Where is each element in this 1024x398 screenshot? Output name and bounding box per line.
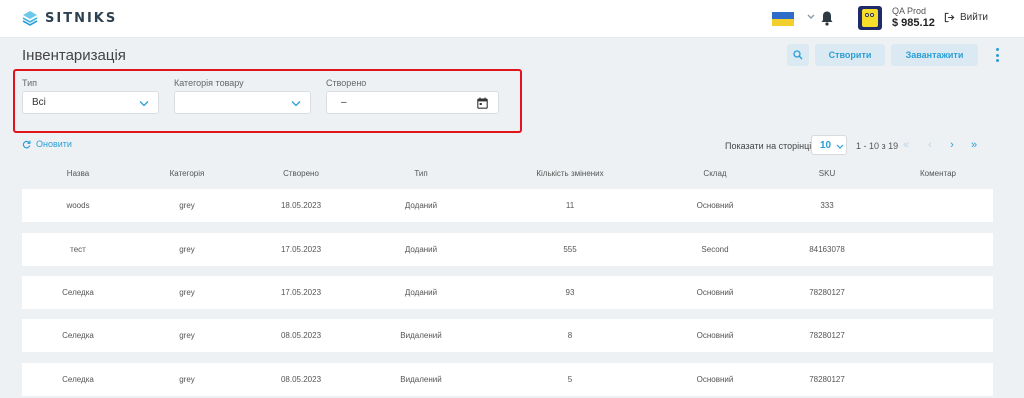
filter-highlight-frame — [13, 69, 522, 133]
prev-page-button[interactable]: ‹ — [924, 139, 936, 151]
bell-icon[interactable] — [820, 10, 834, 26]
table-header: Назва Категорія Створено Тип Кількість з… — [22, 164, 993, 184]
search-icon — [793, 50, 803, 60]
column-header-category[interactable]: Категорія — [170, 169, 205, 178]
column-header-warehouse[interactable]: Склад — [703, 169, 726, 178]
table-row[interactable]: тест grey 17.05.2023 Доданий 555 Second … — [22, 233, 993, 266]
per-page-label: Показати на сторінці — [725, 141, 812, 151]
cell-warehouse: Second — [701, 245, 729, 254]
cell-name: Селедка — [62, 288, 94, 297]
cell-sku: 78280127 — [809, 331, 845, 340]
more-vertical-icon[interactable] — [995, 48, 999, 62]
column-header-sku[interactable]: SKU — [819, 169, 835, 178]
account-name: QA Prod — [892, 6, 927, 16]
table-row[interactable]: Селедка grey 17.05.2023 Доданий 93 Основ… — [22, 276, 993, 309]
logo-icon — [22, 11, 38, 26]
column-header-type[interactable]: Тип — [414, 169, 427, 178]
cell-type: Доданий — [404, 288, 438, 297]
cell-category: grey — [179, 288, 195, 297]
table-row[interactable]: woods grey 18.05.2023 Доданий 11 Основни… — [22, 189, 993, 222]
search-button[interactable] — [787, 44, 809, 66]
last-page-button[interactable]: » — [968, 139, 980, 151]
cell-changed-count: 93 — [565, 288, 575, 297]
cell-sku: 78280127 — [809, 288, 845, 297]
table-row[interactable]: Селедка grey 08.05.2023 Видалений 5 Осно… — [22, 363, 993, 396]
upload-button[interactable]: Завантажити — [891, 44, 978, 66]
column-header-comment[interactable]: Коментар — [920, 169, 956, 178]
cell-name: woods — [66, 201, 90, 210]
logout-button[interactable]: Вийти — [944, 12, 988, 23]
cell-type: Доданий — [404, 201, 438, 210]
top-bar: SITNIKS QA Prod $ 985.12 Вийти — [0, 0, 1024, 38]
brand-name: SITNIKS — [45, 10, 118, 26]
cell-sku: 333 — [820, 201, 834, 210]
refresh-icon — [22, 140, 31, 148]
account-balance: $ 985.12 — [892, 17, 935, 29]
chevron-down-icon[interactable] — [806, 12, 816, 22]
cell-type: Видалений — [400, 331, 442, 340]
cell-sku: 84163078 — [809, 245, 845, 254]
cell-created: 17.05.2023 — [280, 245, 322, 254]
per-page-select[interactable]: 10 — [811, 135, 847, 155]
cell-category: grey — [179, 375, 195, 384]
logo[interactable]: SITNIKS — [22, 10, 117, 26]
cell-category: grey — [179, 245, 195, 254]
cell-created: 08.05.2023 — [280, 331, 322, 340]
cell-changed-count: 5 — [567, 375, 573, 384]
cell-name: Селедка — [62, 375, 94, 384]
refresh-button[interactable]: Оновити — [22, 139, 72, 149]
column-header-created[interactable]: Створено — [283, 169, 319, 178]
logout-label: Вийти — [960, 12, 989, 23]
cell-created: 17.05.2023 — [280, 288, 322, 297]
table-row[interactable]: Селедка grey 08.05.2023 Видалений 8 Осно… — [22, 319, 993, 352]
column-header-changed-count[interactable]: Кількість змінених — [536, 169, 603, 178]
cell-sku: 78280127 — [809, 375, 845, 384]
per-page-value: 10 — [820, 140, 832, 151]
cell-warehouse: Основний — [696, 331, 734, 340]
logout-icon — [944, 12, 955, 23]
cell-warehouse: Основний — [696, 201, 734, 210]
first-page-button[interactable]: « — [900, 139, 912, 151]
cell-created: 08.05.2023 — [280, 375, 322, 384]
page-title: Інвентаризація — [22, 47, 126, 64]
pagination-range: 1 - 10 з 19 — [856, 141, 899, 151]
cell-changed-count: 8 — [567, 331, 573, 340]
cell-name: тест — [70, 245, 86, 254]
column-header-name[interactable]: Назва — [67, 169, 89, 178]
ukraine-flag-icon[interactable] — [772, 12, 794, 26]
cell-type: Доданий — [404, 245, 438, 254]
cell-changed-count: 11 — [565, 201, 575, 210]
cell-created: 18.05.2023 — [280, 201, 322, 210]
cell-category: grey — [179, 331, 195, 340]
cell-warehouse: Основний — [696, 288, 734, 297]
chevron-down-icon — [836, 144, 844, 149]
next-page-button[interactable]: › — [946, 139, 958, 151]
cell-changed-count: 555 — [563, 245, 577, 254]
cell-warehouse: Основний — [696, 375, 734, 384]
cell-category: grey — [179, 201, 195, 210]
cell-type: Видалений — [400, 375, 442, 384]
avatar[interactable] — [858, 6, 882, 30]
cell-name: Селедка — [62, 331, 94, 340]
refresh-label: Оновити — [36, 139, 72, 149]
create-button[interactable]: Створити — [815, 44, 885, 66]
